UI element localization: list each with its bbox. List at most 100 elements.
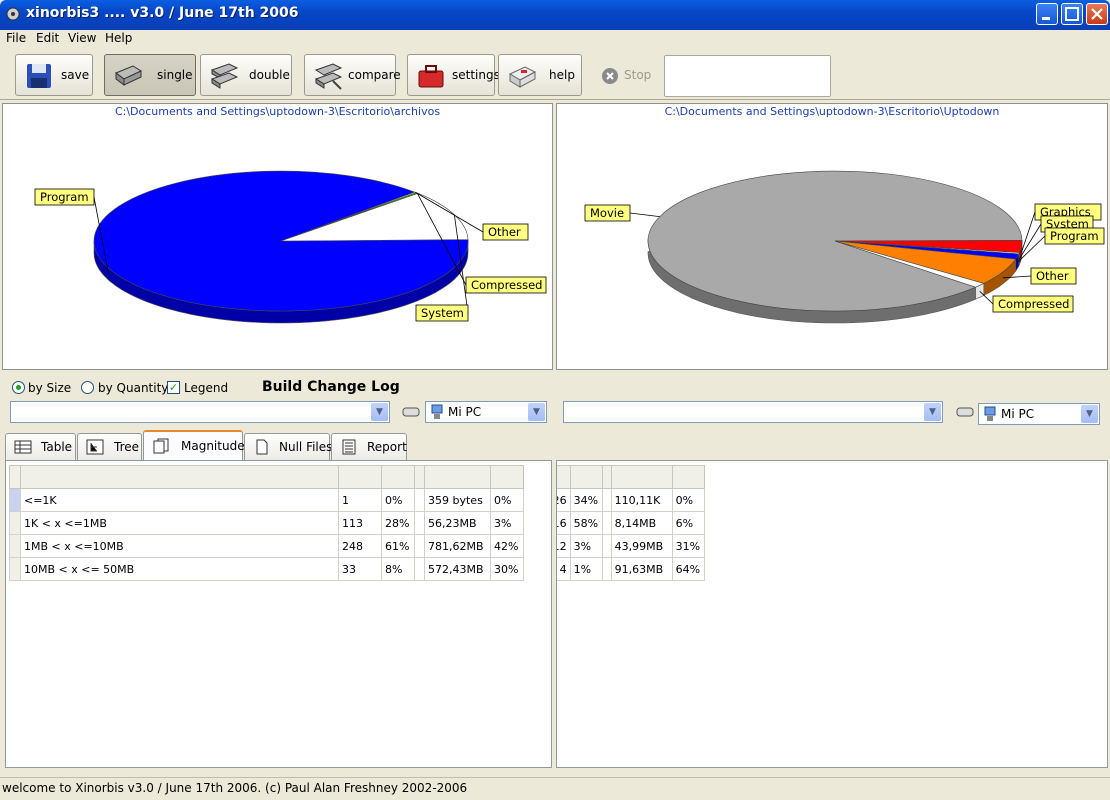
size-percent-cell: 0% <box>671 488 706 512</box>
report-icon <box>342 439 356 455</box>
size-range-cell: 10MB < x <= 50MB <box>20 557 339 581</box>
right-magnitude-table: 12634% 110,11K0% 21658% 8,14MB6% 123% 43,99MB… <box>557 465 706 581</box>
size-range-cell: 1K < x <=1MB <box>20 511 339 535</box>
chevron-down-icon[interactable]: ▼ <box>528 403 545 421</box>
left-drive-combo[interactable]: Mi PC ▼ <box>425 401 547 423</box>
spacer-cell <box>414 488 425 512</box>
left-magnitude-table: <=1K 1 0% 359 bytes 0% 1K < x <=1MB 113 28% 56,2… <box>9 465 524 581</box>
left-chart-panel: C:\Documents and Settings\uptodown-3\Esc… <box>2 103 553 370</box>
legend-checkbox[interactable]: ✓ <box>167 381 180 394</box>
maximize-button[interactable] <box>1061 3 1083 25</box>
spacer-cell <box>601 511 612 535</box>
count-percent-cell: 1% <box>569 557 603 581</box>
status-bar: welcome to Xinorbis v3.0 / June 17th 200… <box>0 777 1110 800</box>
chevron-down-icon[interactable]: ▼ <box>371 403 388 421</box>
menu-bar: File Edit View Help <box>0 30 1110 48</box>
legend-label: Movie <box>590 206 624 220</box>
first-aid-kit-icon <box>508 66 537 88</box>
menu-file[interactable]: File <box>6 31 26 45</box>
size-cell: 56,23MB <box>424 511 491 535</box>
file-count-cell: 12 <box>557 534 571 558</box>
tab-tree[interactable]: Tree <box>77 433 142 460</box>
compare-drives-icon <box>314 63 343 90</box>
left-pie-chart: Program Other Compressed System <box>34 170 547 324</box>
double-button[interactable]: double <box>200 54 292 96</box>
legend-label: Legend <box>184 381 229 395</box>
count-percent-cell: 34% <box>569 488 603 512</box>
row-indicator <box>9 557 21 581</box>
count-percent-cell: 28% <box>381 511 415 535</box>
legend-leader-line <box>629 212 660 218</box>
size-percent-cell: 30% <box>490 557 524 581</box>
title-bar: xinorbis3 .... v3.0 / June 17th 2006 <box>0 0 1110 30</box>
status-text: welcome to Xinorbis v3.0 / June 17th 200… <box>2 781 468 795</box>
count-percent-cell: 0% <box>381 488 415 512</box>
file-count-cell: 4 <box>557 557 571 581</box>
compare-button[interactable]: compare <box>304 54 401 96</box>
compare-label: compare <box>348 68 401 82</box>
size-range-cell: <=1K <box>20 488 339 512</box>
table-row[interactable]: 21658% 8,14MB6% <box>557 511 706 535</box>
by-quantity-label: by Quantity <box>98 381 169 395</box>
single-button[interactable]: single <box>104 54 196 96</box>
save-button[interactable]: save <box>15 54 93 96</box>
tab-strip: Table Tree Magnitude Null Files Report <box>0 430 1110 461</box>
table-row[interactable]: 123% 43,99MB31% <box>557 534 706 558</box>
table-icon <box>14 440 32 454</box>
size-percent-cell: 3% <box>490 511 524 535</box>
close-button[interactable] <box>1086 3 1108 25</box>
file-count-cell: 216 <box>557 511 571 535</box>
spacer-cell <box>414 557 425 581</box>
table-row[interactable]: 4 1% 91,63MB 64% <box>557 557 706 581</box>
file-count-cell: 126 <box>557 488 571 512</box>
tab-magnitude[interactable]: Magnitude <box>143 430 245 461</box>
maximize-icon <box>1065 7 1079 21</box>
size-percent-cell: 42% <box>490 534 524 558</box>
right-path-combo[interactable]: ▼ <box>563 401 943 423</box>
by-size-radio[interactable] <box>12 381 25 394</box>
legend-label: Compressed <box>998 297 1069 311</box>
blank-file-icon <box>256 439 268 455</box>
minimize-button[interactable] <box>1036 3 1058 25</box>
tree-icon <box>86 439 104 455</box>
tab-null-files[interactable]: Null Files <box>244 433 332 460</box>
settings-label: settings <box>452 68 500 82</box>
size-cell: 110,11K <box>610 488 673 512</box>
legend-leader-line <box>1018 223 1042 260</box>
stop-button[interactable]: Stop <box>594 54 655 96</box>
tab-table[interactable]: Table <box>5 433 76 460</box>
right-drive-combo[interactable]: Mi PC ▼ <box>978 403 1100 425</box>
legend-label: Other <box>1036 269 1069 283</box>
build-change-log-link[interactable]: Build Change Log <box>262 379 400 395</box>
spacer-cell <box>601 557 612 581</box>
menu-help[interactable]: Help <box>105 31 132 45</box>
left-path-combo[interactable]: ▼ <box>10 401 390 423</box>
table-row[interactable]: 1K < x <=1MB 113 28% 56,23MB 3% <box>9 511 524 535</box>
size-cell: 8,14MB <box>610 511 673 535</box>
tab-magnitude-label: Magnitude <box>181 439 245 453</box>
legend-label: Program <box>1050 229 1099 243</box>
file-count-cell: 248 <box>338 534 382 558</box>
toolbox-icon <box>418 65 444 88</box>
spacer-cell <box>414 511 425 535</box>
table-row[interactable]: 10MB < x <= 50MB 33 8% 572,43MB 30% <box>9 557 524 581</box>
table-row[interactable]: 1MB < x <=10MB 248 61% 781,62MB 42% <box>9 534 524 558</box>
menu-edit[interactable]: Edit <box>36 31 59 45</box>
table-row[interactable]: 12634% 110,11K0% <box>557 488 706 512</box>
settings-button[interactable]: settings <box>407 54 500 96</box>
row-indicator <box>9 534 21 558</box>
menu-view[interactable]: View <box>68 31 96 45</box>
help-button[interactable]: help <box>498 54 582 96</box>
tab-report[interactable]: Report <box>331 433 407 460</box>
chevron-down-icon[interactable]: ▼ <box>924 403 941 421</box>
minimize-icon <box>1042 17 1050 20</box>
by-quantity-radio[interactable] <box>81 381 94 394</box>
spacer-cell <box>414 534 425 558</box>
chevron-down-icon[interactable]: ▼ <box>1081 405 1098 423</box>
file-count-cell: 113 <box>338 511 382 535</box>
left-drive-value: Mi PC <box>448 405 482 419</box>
table-row[interactable]: <=1K 1 0% 359 bytes 0% <box>9 488 524 512</box>
pages-icon <box>153 438 169 454</box>
right-chart-panel: C:\Documents and Settings\uptodown-3\Esc… <box>556 103 1108 370</box>
tab-table-label: Table <box>41 440 73 454</box>
